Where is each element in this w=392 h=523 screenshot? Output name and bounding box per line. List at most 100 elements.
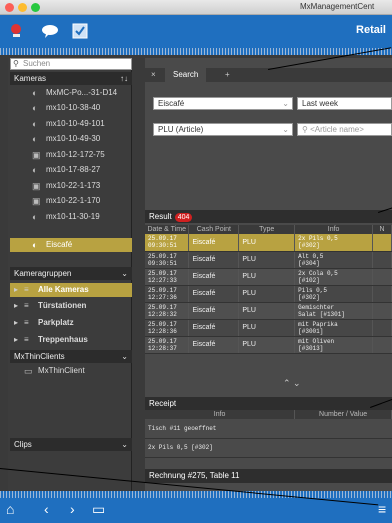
camera-item-selected[interactable]: ◐ Eiscafé [10,238,132,252]
tab-close-icon[interactable]: × [151,68,156,82]
grid-icon: ≡ [24,335,29,344]
search-placeholder: Suchen [23,59,51,68]
zoom-window-button[interactable] [31,3,40,12]
door-camera-icon: ▣ [32,181,41,191]
result-row-selected[interactable]: 25.09.17 09:30:51 Eiscafé PLU 2x Pils 0,5 [… [145,234,392,252]
cash-point-cell: Eiscafé [188,302,240,320]
type-cell: PLU [238,336,296,354]
result-row[interactable]: 25.09.17 12:28:37 Eiscafé PLU mit Oliven [#… [145,336,392,354]
cash-point-cell: Eiscafé [188,234,240,252]
chevron-down-icon[interactable]: ⌄ [121,267,128,280]
thinclient-label: MxThinClient [38,366,85,375]
result-header: Result 404 [145,210,392,223]
result-body: 25.09.17 09:30:51 Eiscafé PLU 2x Pils 0,5 [… [145,234,392,354]
camera-item[interactable]: ◐ mx10-10-38-40 [10,101,132,115]
tab-bar: × Search + [145,68,392,82]
chevron-down-icon[interactable]: ⌄ [121,350,128,363]
chat-icon[interactable] [40,21,60,41]
groups-header[interactable]: Kameragruppen ⌄ [10,267,132,280]
forward-icon[interactable]: › [70,501,75,517]
column-header[interactable]: N [372,225,392,234]
location-select[interactable]: Eiscafé ⌄ [153,97,293,110]
result-row[interactable]: 25.09.17 12:27:36 Eiscafé PLU Pils 0,5 [#30… [145,285,392,303]
receipt-footer: Rechnung #275, Table 11 [145,469,392,483]
monitor-icon: ▭ [24,366,33,376]
chevron-down-icon: ⌄ [282,125,289,134]
type-select[interactable]: PLU (Article) ⌄ [153,123,293,136]
checkbox-icon[interactable] [70,21,90,41]
receipt-info: Tisch #11 geoeffnet [145,419,295,439]
back-icon[interactable]: ‹ [44,501,49,517]
group-item[interactable]: ▸ ≡ Parkplatz [10,316,132,330]
receipt-row[interactable]: Tisch #11 geoeffnet [145,419,392,439]
column-header[interactable]: Date & Time [145,225,190,234]
clips-header[interactable]: Clips ⌄ [10,438,132,451]
close-window-button[interactable] [5,3,14,12]
thinclients-header[interactable]: MxThinClients ⌄ [10,350,132,363]
column-header[interactable]: Type [238,225,296,234]
chevron-right-icon[interactable]: ▸ [14,283,18,297]
result-row[interactable]: 25.09.17 12:27:33 Eiscafé PLU 2x Cola 0,5 [… [145,268,392,286]
thinclient-item[interactable]: ▭ MxThinClient [10,364,132,378]
column-header[interactable]: Number / Value [294,410,392,419]
chevron-right-icon[interactable]: ▸ [14,299,18,313]
home-icon[interactable]: ⌂ [6,501,14,517]
cameras-header[interactable]: Kameras ↑↓ [10,72,132,85]
chevron-down-icon[interactable]: ⌄ [121,438,128,451]
tab-search[interactable]: Search [165,68,207,82]
sort-icon[interactable]: ↑↓ [120,72,128,85]
group-label: Alle Kameras [38,285,89,294]
dome-camera-icon: ◐ [32,134,38,144]
camera-item[interactable]: ◐ MxMC-Po...-31-D14 [10,86,132,100]
group-item[interactable]: ▸ ≡ Treppenhaus [10,333,132,347]
result-row[interactable]: 25.09.17 12:28:36 Eiscafé PLU mit Paprika [… [145,319,392,337]
result-row[interactable]: 25.09.17 09:30:51 Eiscafé PLU Alt 0,5 [#304… [145,251,392,269]
info-cell: 2x Pils 0,5 [#302] [294,234,374,252]
receipt-info: 2x Pils 0,5 [#302] [145,438,295,458]
extra-cell [372,302,392,320]
video-icon[interactable]: ▭ [92,501,105,518]
groups-header-label: Kameragruppen [14,269,72,278]
camera-app-icon[interactable] [8,21,28,41]
date-cell: 25.09.17 12:28:36 [145,319,190,337]
period-value: Last week [302,99,339,108]
receipt-header: Receipt [145,397,392,410]
period-select[interactable]: Last week [297,97,392,110]
location-value: Eiscafé [158,99,185,108]
minimize-window-button[interactable] [18,3,27,12]
camera-item[interactable]: ▣ mx10-22-1-173 [10,179,132,193]
chevron-right-icon[interactable]: ▸ [14,333,18,347]
chevron-right-icon[interactable]: ▸ [14,316,18,330]
scroll-arrows[interactable]: ⌃ ⌄ [283,378,301,389]
type-cell: PLU [238,302,296,320]
door-camera-icon: ▣ [32,150,41,160]
camera-item[interactable]: ▣ mx10-22-1-170 [10,194,132,208]
add-tab-button[interactable]: + [225,68,230,82]
type-cell: PLU [238,251,296,269]
camera-item[interactable]: ◐ mx10-17-88-27 [10,163,132,177]
sidebar-search-input[interactable]: ⚲ Suchen [10,58,132,70]
receipt-row[interactable]: 2x Pils 0,5 [#302] [145,438,392,458]
column-header[interactable]: Info [145,410,296,419]
info-cell: Gemischter Salat [#1301] [294,302,374,320]
type-value: PLU (Article) [158,125,204,134]
camera-item[interactable]: ◐ mx10-11-30-19 [10,210,132,224]
result-label: Result [149,212,172,221]
thinclients-header-label: MxThinClients [14,352,65,361]
result-row[interactable]: 25.09.17 12:28:32 Eiscafé PLU Gemischter Sa… [145,302,392,320]
group-label: Treppenhaus [38,335,88,344]
dome-camera-icon: ◐ [32,165,38,175]
type-cell: PLU [238,268,296,286]
menu-icon[interactable]: ≡ [378,501,386,517]
article-search-input[interactable]: ⚲ <Article name> [297,123,392,136]
extra-cell [372,268,392,286]
cash-point-cell: Eiscafé [188,251,240,269]
column-header[interactable]: Cash Point [188,225,240,234]
camera-label: mx10-10-38-40 [46,103,101,112]
group-item[interactable]: ▸ ≡ Türstationen [10,299,132,313]
column-header[interactable]: Info [294,225,374,234]
camera-item[interactable]: ◐ mx10-10-49-30 [10,132,132,146]
group-item-selected[interactable]: ▸ ≡ Alle Kameras [10,283,132,297]
camera-item[interactable]: ◐ mx10-10-49-101 [10,117,132,131]
camera-item[interactable]: ▣ mx10-12-172-75 [10,148,132,162]
